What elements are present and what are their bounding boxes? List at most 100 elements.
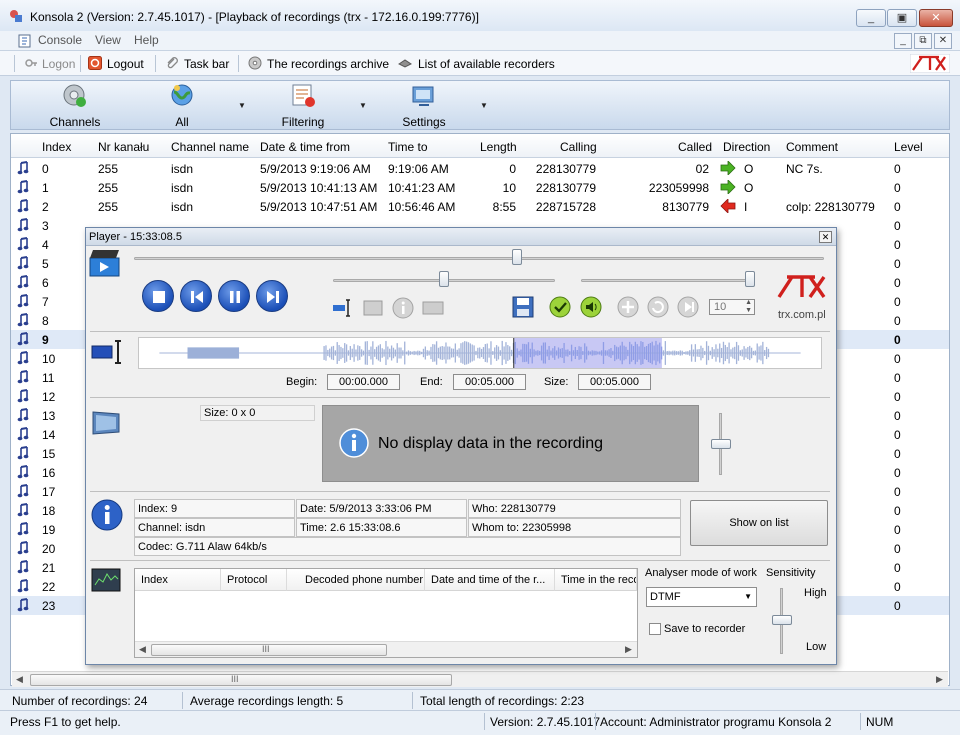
show-on-list-button[interactable]: Show on list <box>690 500 828 546</box>
analyser-column-protocol[interactable]: Protocol <box>221 569 287 591</box>
column-header-time-to[interactable]: Time to <box>388 140 428 154</box>
divider <box>484 713 485 730</box>
cell-level: 0 <box>894 447 901 461</box>
next-button[interactable] <box>256 280 288 312</box>
all-button[interactable]: All <box>166 83 198 129</box>
close-button[interactable]: ✕ <box>919 9 953 27</box>
cell-level: 0 <box>894 181 901 195</box>
play-next-icon[interactable] <box>677 296 699 318</box>
info-disabled-icon[interactable] <box>392 297 414 319</box>
minimize-button[interactable]: _ <box>856 9 886 27</box>
chevron-down-icon[interactable]: ▼ <box>238 101 246 110</box>
stepper-arrows-icon[interactable]: ▲ ▼ <box>745 299 752 315</box>
save-icon[interactable] <box>512 296 534 318</box>
keyboard-icon[interactable] <box>422 297 444 319</box>
analyser-mode-select[interactable]: DTMF ▼ <box>646 587 757 607</box>
filter-icon <box>292 84 315 107</box>
scroll-left-icon[interactable]: ◀ <box>139 644 146 655</box>
analyser-horizontal-scrollbar[interactable]: ◀ III ▶ <box>135 641 637 657</box>
cell-index: 2 <box>42 200 49 214</box>
column-header-channel-name[interactable]: Channel name <box>171 140 249 154</box>
table-row[interactable]: 1 255 isdn 5/9/2013 10:41:13 AM 10:41:23 AM 1… <box>11 178 949 197</box>
average-length: Average recordings length: 5 <box>190 694 344 708</box>
scroll-left-icon[interactable]: ◀ <box>16 674 23 685</box>
cell-index: 19 <box>42 523 56 537</box>
recordings-archive-link[interactable]: The recordings archive <box>267 57 389 71</box>
analyser-table: Index Protocol Decoded phone number Date… <box>134 568 638 658</box>
volume-slider-track[interactable] <box>581 279 754 282</box>
position-slider-track[interactable] <box>134 257 824 260</box>
column-header-length[interactable]: Length <box>480 140 517 154</box>
menu-view[interactable]: View <box>95 33 121 47</box>
recording-note-icon <box>17 598 29 612</box>
logon-link[interactable]: Logon <box>42 57 75 71</box>
screen-icon[interactable] <box>362 297 384 319</box>
column-header-called[interactable]: Called <box>678 140 712 154</box>
speed-slider-thumb[interactable] <box>439 271 449 287</box>
maximize-button[interactable]: ▣ <box>887 9 917 27</box>
recording-note-icon <box>17 351 29 365</box>
analyser-column-time-in-recording[interactable]: Time in the reco <box>555 569 637 591</box>
mdi-minimize-button[interactable]: _ <box>894 33 912 49</box>
table-row[interactable]: 2 255 isdn 5/9/2013 10:47:51 AM 10:56:46 AM 8… <box>11 197 949 216</box>
confirm-icon[interactable] <box>549 296 571 318</box>
divider <box>90 331 830 332</box>
cell-index: 10 <box>42 352 56 366</box>
info-icon <box>339 428 369 458</box>
analyser-column-index[interactable]: Index <box>135 569 221 591</box>
save-to-recorder-label: Save to recorder <box>664 623 746 635</box>
column-header-direction[interactable]: Direction <box>723 140 770 154</box>
mdi-close-button[interactable]: ✕ <box>934 33 952 49</box>
sensitivity-slider-thumb[interactable] <box>772 615 792 625</box>
speaker-icon[interactable] <box>580 296 602 318</box>
scroll-right-icon[interactable]: ▶ <box>625 644 632 655</box>
marker-icon[interactable] <box>332 297 354 319</box>
grid-horizontal-scrollbar[interactable]: ◀ III ▶ <box>12 671 948 687</box>
scroll-right-icon[interactable]: ▶ <box>936 674 943 685</box>
analyser-icon <box>91 568 121 592</box>
display-slider-thumb[interactable] <box>711 439 731 449</box>
cell-nr: 255 <box>98 200 119 214</box>
chevron-down-icon[interactable]: ▼ <box>480 101 488 110</box>
previous-button[interactable] <box>180 280 212 312</box>
menu-console[interactable]: Console <box>38 33 82 47</box>
column-header-level[interactable]: Level <box>894 140 923 154</box>
analyser-column-date-time[interactable]: Date and time of the r... <box>425 569 555 591</box>
settings-button[interactable]: Settings <box>399 83 449 129</box>
chevron-down-icon[interactable]: ▼ <box>744 592 752 601</box>
stop-button[interactable] <box>142 280 174 312</box>
loop-icon[interactable] <box>647 296 669 318</box>
column-header-date-from[interactable]: Date & time from <box>260 140 350 154</box>
column-header-channel-number[interactable]: Nr kanału <box>98 140 149 154</box>
pause-button[interactable] <box>218 280 250 312</box>
scroll-thumb[interactable]: III <box>30 674 452 686</box>
column-header-comment[interactable]: Comment <box>786 140 838 154</box>
menu-help[interactable]: Help <box>134 33 159 47</box>
analyser-scroll-thumb[interactable]: III <box>151 644 387 656</box>
chevron-down-icon[interactable]: ▼ <box>359 101 367 110</box>
recording-note-icon <box>17 275 29 289</box>
column-header-calling[interactable]: Calling <box>560 140 597 154</box>
analyser-column-decoded-number[interactable]: Decoded phone number <box>287 569 425 591</box>
player-close-button[interactable]: ✕ <box>819 231 832 243</box>
volume-slider-thumb[interactable] <box>745 271 755 287</box>
plus-icon[interactable] <box>617 296 639 318</box>
volume-stepper[interactable]: 10 ▲ ▼ <box>709 299 755 315</box>
waveform-display[interactable] <box>138 337 822 369</box>
recording-note-icon <box>17 484 29 498</box>
no-display-message: No display data in the recording <box>378 435 604 452</box>
info-who: Who: 228130779 <box>468 499 681 518</box>
channels-button[interactable]: Channels <box>49 83 101 129</box>
filtering-button[interactable]: Filtering <box>278 83 328 129</box>
column-header-index[interactable]: Index <box>42 140 71 154</box>
size-label: Size: <box>544 376 569 388</box>
logout-link[interactable]: Logout <box>107 57 144 71</box>
cell-dir: O <box>744 181 754 195</box>
table-row[interactable]: 0 255 isdn 5/9/2013 9:19:06 AM 9:19:06 AM 0 22… <box>11 159 949 178</box>
task-bar-link[interactable]: Task bar <box>184 57 229 71</box>
recording-note-icon <box>17 579 29 593</box>
available-recorders-link[interactable]: List of available recorders <box>418 57 555 71</box>
save-to-recorder-checkbox[interactable] <box>649 623 661 635</box>
position-slider-thumb[interactable] <box>512 249 522 265</box>
mdi-restore-button[interactable]: ⧉ <box>914 33 932 49</box>
